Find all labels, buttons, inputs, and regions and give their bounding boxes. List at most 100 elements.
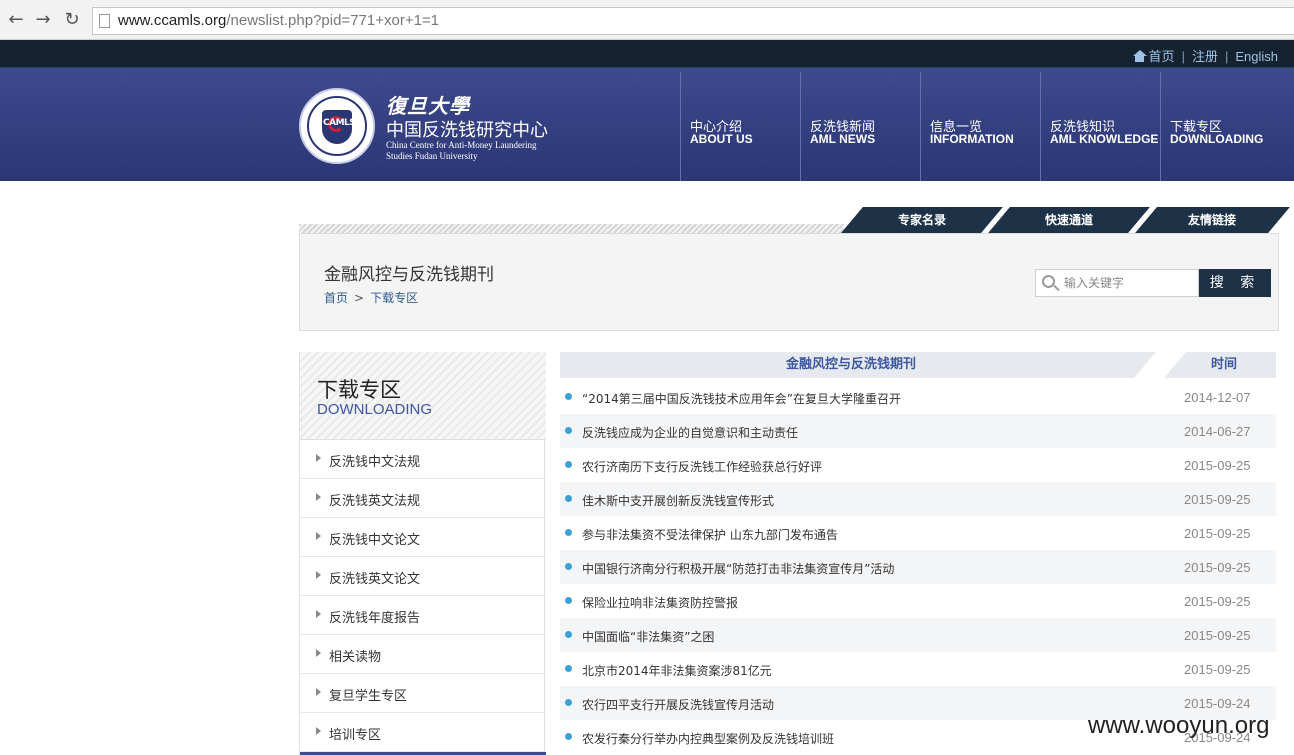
sidebar-title-en: DOWNLOADING [317, 401, 433, 418]
search-input[interactable] [1064, 273, 1196, 293]
sidebar-item-cn-papers[interactable]: 反洗钱中文论文 [300, 518, 546, 557]
site-name-en: China Centre for Anti-Money Laundering St… [386, 140, 537, 161]
search-box[interactable] [1035, 269, 1199, 297]
sidebar-item-training[interactable]: 培训专区 [300, 713, 546, 752]
page-title: 金融风控与反洗钱期刊 [324, 265, 494, 285]
sidebar-item-en-papers[interactable]: 反洗钱英文论文 [300, 557, 546, 596]
article-title[interactable]: 农发行秦分行举办内控典型案例及反洗钱培训班 [582, 730, 834, 747]
bullet-icon [565, 461, 572, 468]
search-button[interactable]: 搜 索 [1199, 269, 1271, 297]
list-item[interactable]: 北京市2014年非法集资案涉81亿元 2015-09-25 [560, 652, 1276, 686]
search-icon [1042, 275, 1055, 288]
chevron-right-icon [316, 571, 321, 579]
article-date: 2015-09-24 [1184, 696, 1251, 711]
article-date: 2015-09-25 [1184, 662, 1251, 677]
chevron-right-icon [316, 649, 321, 657]
list-item[interactable]: 参与非法集资不受法律保护 山东九部门发布通告 2015-09-25 [560, 516, 1276, 550]
chevron-right-icon [316, 727, 321, 735]
separator: | [1181, 49, 1185, 64]
back-arrow-icon[interactable]: ← [4, 8, 28, 32]
bullet-icon [565, 665, 572, 672]
reload-icon[interactable]: ↻ [60, 8, 84, 32]
article-date: 2014-06-27 [1184, 424, 1251, 439]
article-date: 2015-09-25 [1184, 628, 1251, 643]
tab-quick-access[interactable]: 快速通道 [988, 207, 1150, 233]
forward-arrow-icon[interactable]: → [31, 8, 55, 32]
list-item[interactable]: 农行济南历下支行反洗钱工作经验获总行好评 2015-09-25 [560, 448, 1276, 482]
watermark: www.wooyun.org [1088, 712, 1270, 739]
sidebar-item-student-zone[interactable]: 复旦学生专区 [300, 674, 546, 713]
bullet-icon [565, 393, 572, 400]
sidebar-item-annual-reports[interactable]: 反洗钱年度报告 [300, 596, 546, 635]
site-name-cn: 中国反洗钱研究中心 [386, 120, 548, 141]
bullet-icon [565, 427, 572, 434]
article-date: 2015-09-25 [1184, 526, 1251, 541]
top-utility-bar: 首页 | 注册 | English [0, 40, 1294, 68]
chevron-right-icon [316, 454, 321, 462]
article-date: 2015-09-25 [1184, 560, 1251, 575]
nav-downloading[interactable]: 下载专区 DOWNLOADING [1160, 72, 1280, 181]
list-item[interactable]: 保险业拉响非法集资防控警报 2015-09-25 [560, 584, 1276, 618]
list-item[interactable]: 反洗钱应成为企业的自觉意识和主动责任 2014-06-27 [560, 414, 1276, 448]
article-title[interactable]: 农行济南历下支行反洗钱工作经验获总行好评 [582, 458, 822, 475]
home-icon[interactable] [1132, 50, 1147, 62]
article-title[interactable]: 反洗钱应成为企业的自觉意识和主动责任 [582, 424, 798, 441]
sidebar-item-en-regulations[interactable]: 反洗钱英文法规 [300, 479, 546, 518]
article-title[interactable]: 参与非法集资不受法律保护 山东九部门发布通告 [582, 526, 838, 543]
list-column-title: 金融风控与反洗钱期刊 [785, 357, 916, 372]
list-column-time: 时间 [1210, 357, 1237, 372]
bullet-icon [565, 495, 572, 502]
top-links: 首页 | 注册 | English [1132, 46, 1278, 65]
article-date: 2015-09-25 [1184, 492, 1251, 507]
nav-aml-knowledge[interactable]: 反洗钱知识 AML KNOWLEDGE [1040, 72, 1160, 181]
title-panel: 金融风控与反洗钱期刊 首页 > 下载专区 搜 索 [299, 233, 1279, 331]
url-text[interactable]: www.ccamls.org/newslist.php?pid=771+xor+… [118, 12, 439, 29]
sidebar-header: 下载专区 DOWNLOADING [300, 352, 546, 440]
article-title[interactable]: 北京市2014年非法集资案涉81亿元 [582, 662, 772, 679]
chevron-right-icon [316, 532, 321, 540]
sidebar-item-related-reading[interactable]: 相关读物 [300, 635, 546, 674]
list-item[interactable]: 佳木斯中支开展创新反洗钱宣传形式 2015-09-25 [560, 482, 1276, 516]
tab-expert-directory[interactable]: 专家名录 [841, 207, 1003, 233]
browser-toolbar: ← → ↻ www.ccamls.org/newslist.php?pid=77… [0, 0, 1294, 40]
address-bar[interactable]: www.ccamls.org/newslist.php?pid=771+xor+… [92, 7, 1294, 35]
fudan-script-title: 復旦大學 [386, 94, 470, 118]
bullet-icon [565, 733, 572, 740]
page-icon [99, 14, 110, 28]
list-item[interactable]: “2014第三届中国反洗钱技术应用年会”在复旦大学隆重召开 2014-12-07 [560, 380, 1276, 414]
tab-friendly-links[interactable]: 友情链接 [1135, 207, 1290, 233]
sidebar-item-cn-regulations[interactable]: 反洗钱中文法规 [300, 440, 546, 479]
bullet-icon [565, 597, 572, 604]
nav-about-us[interactable]: 中心介绍 ABOUT US [680, 72, 800, 181]
list-item[interactable]: 中国面临“非法集资”之困 2015-09-25 [560, 618, 1276, 652]
article-title[interactable]: 农行四平支行开展反洗钱宣传月活动 [582, 696, 774, 713]
nav-aml-news[interactable]: 反洗钱新闻 AML NEWS [800, 72, 920, 181]
home-link[interactable]: 首页 [1149, 49, 1175, 64]
breadcrumb: 首页 > 下载专区 [324, 289, 418, 306]
sidebar: 下载专区 DOWNLOADING 反洗钱中文法规 反洗钱英文法规 反洗钱中文论文… [299, 352, 546, 755]
nav-information[interactable]: 信息一览 INFORMATION [920, 72, 1040, 181]
article-title[interactable]: 中国面临“非法集资”之困 [582, 628, 714, 645]
bullet-icon [565, 563, 572, 570]
register-link[interactable]: 注册 [1192, 49, 1218, 64]
chevron-right-icon [316, 610, 321, 618]
english-link[interactable]: English [1235, 49, 1278, 64]
logo-text: CAMLS [323, 118, 356, 128]
separator: | [1224, 49, 1229, 64]
article-date: 2014-12-07 [1184, 390, 1251, 405]
article-title[interactable]: “2014第三届中国反洗钱技术应用年会”在复旦大学隆重召开 [582, 390, 901, 407]
bullet-icon [565, 699, 572, 706]
article-title[interactable]: 佳木斯中支开展创新反洗钱宣传形式 [582, 492, 774, 509]
article-title[interactable]: 保险业拉响非法集资防控警报 [582, 594, 738, 611]
breadcrumb-home[interactable]: 首页 [324, 291, 348, 305]
chevron-right-icon [316, 688, 321, 696]
breadcrumb-current[interactable]: 下载专区 [370, 291, 418, 305]
list-item[interactable]: 中国银行济南分行积极开展“防范打击非法集资宣传月”活动 2015-09-25 [560, 550, 1276, 584]
camls-logo[interactable]: CAMLS [299, 88, 375, 164]
breadcrumb-separator: > [354, 291, 365, 305]
decorative-stripe [299, 224, 844, 233]
article-date: 2015-09-25 [1184, 458, 1251, 473]
article-date: 2015-09-25 [1184, 594, 1251, 609]
list-header: 金融风控与反洗钱期刊 时间 [560, 352, 1276, 378]
article-title[interactable]: 中国银行济南分行积极开展“防范打击非法集资宣传月”活动 [582, 560, 894, 577]
